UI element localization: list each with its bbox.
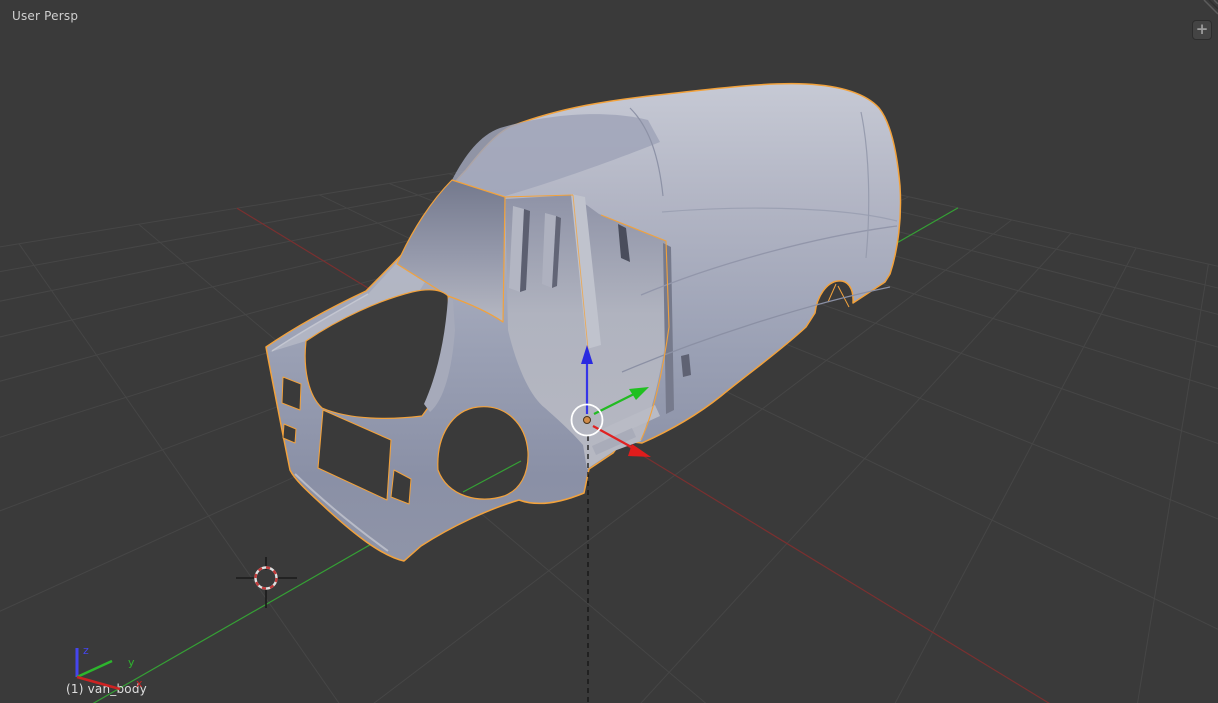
axis-z-label: z	[83, 644, 89, 657]
axis-gizmo: z y x	[75, 644, 143, 691]
expand-properties-button[interactable]: +	[1192, 20, 1212, 40]
front-wheel-arch	[437, 406, 529, 500]
view-mode-label: User Persp	[12, 9, 79, 23]
area-resize-handle[interactable]	[1202, 0, 1218, 16]
3d-viewport[interactable]: User Persp (1) van_body + z y x	[0, 0, 1218, 703]
3d-cursor	[236, 557, 297, 608]
axis-x-label: x	[136, 677, 143, 690]
plus-icon: +	[1195, 20, 1209, 38]
resize-grip-icon	[1203, 0, 1218, 15]
axis-y-label: y	[128, 656, 135, 669]
axis-y: y	[76, 656, 135, 679]
rear-arch-inner-edge	[827, 283, 850, 308]
van-body-mesh[interactable]	[265, 82, 902, 562]
object-origin-dot	[583, 416, 591, 424]
axis-x: x	[76, 675, 143, 691]
scene-canvas[interactable]	[0, 0, 1218, 703]
